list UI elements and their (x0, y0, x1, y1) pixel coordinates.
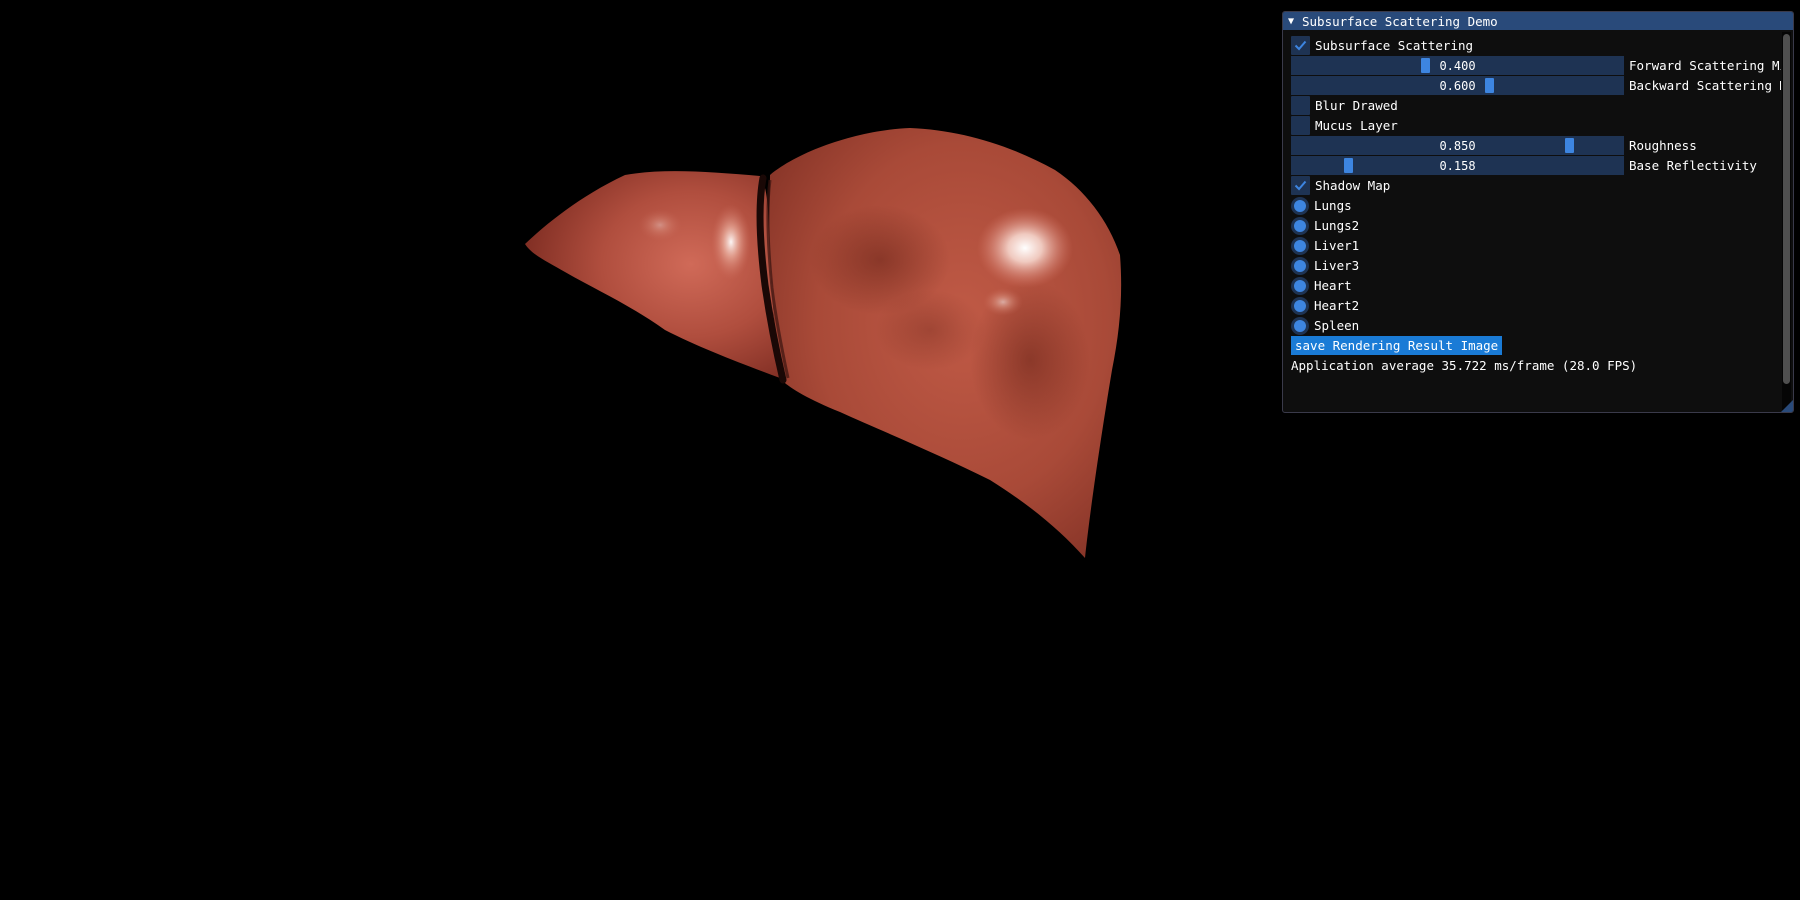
model-radio-lungs[interactable]: Lungs (1291, 195, 1791, 216)
radio-label: Heart (1314, 278, 1352, 293)
specular-highlight (977, 208, 1073, 288)
radio-label: Lungs2 (1314, 218, 1360, 233)
radio-label: Heart2 (1314, 298, 1360, 313)
mucus-layer-row: Mucus Layer (1291, 115, 1791, 136)
specular-highlight (711, 204, 751, 280)
checkmark-icon (1294, 40, 1307, 51)
panel-title: Subsurface Scattering Demo (1302, 13, 1498, 29)
triangle-down-icon[interactable]: ▼ (1288, 16, 1302, 27)
slider-grab[interactable] (1485, 78, 1494, 93)
shadow-map-row: Shadow Map (1291, 175, 1791, 196)
save-rendering-button[interactable]: save Rendering Result Image (1291, 336, 1503, 355)
roughness-slider[interactable]: 0.850 (1291, 136, 1624, 155)
mucus-layer-label: Mucus Layer (1315, 118, 1398, 133)
forward-scattering-label: Forward Scattering Mi: (1629, 58, 1781, 73)
panel-scrollbar[interactable] (1782, 32, 1791, 410)
base-reflectivity-slider[interactable]: 0.158 (1291, 156, 1624, 175)
slider-value: 0.158 (1439, 158, 1476, 173)
radio-button[interactable] (1291, 256, 1309, 275)
fps-row: Application average 35.722 ms/frame (28.… (1291, 355, 1791, 376)
slider-grab[interactable] (1421, 58, 1430, 73)
model-radio-liver1[interactable]: Liver1 (1291, 235, 1791, 256)
radio-button[interactable] (1291, 316, 1309, 335)
model-radio-lungs2[interactable]: Lungs2 (1291, 215, 1791, 236)
checkmark-icon (1294, 180, 1307, 191)
subsurface-scattering-checkbox[interactable] (1291, 36, 1310, 55)
roughness-label: Roughness (1629, 138, 1697, 153)
radio-button[interactable] (1291, 276, 1309, 295)
fps-text: Application average 35.722 ms/frame (28.… (1291, 358, 1638, 373)
panel-titlebar[interactable]: ▼ Subsurface Scattering Demo (1283, 12, 1793, 30)
radio-label: Lungs (1314, 198, 1352, 213)
blur-drawed-row: Blur Drawed (1291, 95, 1791, 116)
radio-button[interactable] (1291, 216, 1309, 235)
resize-grip[interactable] (1781, 400, 1793, 412)
model-radio-heart[interactable]: Heart (1291, 275, 1791, 296)
save-row: save Rendering Result Image (1291, 335, 1791, 356)
liver-left-lobe (525, 171, 780, 378)
radio-label: Liver3 (1314, 258, 1360, 273)
backward-scattering-slider[interactable]: 0.600 (1291, 76, 1624, 95)
subsurface-scattering-row: Subsurface Scattering (1291, 35, 1791, 56)
forward-scattering-slider[interactable]: 0.400 (1291, 56, 1624, 75)
backward-scattering-label: Backward Scattering M· (1629, 78, 1781, 93)
shadow-map-label: Shadow Map (1315, 178, 1391, 193)
mucus-layer-checkbox[interactable] (1291, 116, 1310, 135)
slider-value: 0.600 (1439, 78, 1476, 93)
model-radio-liver3[interactable]: Liver3 (1291, 255, 1791, 276)
model-radio-heart2[interactable]: Heart2 (1291, 295, 1791, 316)
subsurface-scattering-label: Subsurface Scattering (1315, 38, 1474, 53)
scrollbar-grab[interactable] (1783, 34, 1790, 384)
shadow-map-checkbox[interactable] (1291, 176, 1310, 195)
slider-grab[interactable] (1343, 158, 1353, 173)
radio-button[interactable] (1291, 296, 1309, 315)
model-radio-spleen[interactable]: Spleen (1291, 315, 1791, 336)
settings-panel: ▼ Subsurface Scattering Demo Subsurface … (1282, 11, 1794, 413)
radio-button[interactable] (1291, 196, 1309, 215)
base-reflectivity-label: Base Reflectivity (1629, 158, 1757, 173)
roughness-row: 0.850 Roughness (1291, 135, 1791, 156)
slider-grab[interactable] (1565, 138, 1574, 153)
radio-label: Spleen (1314, 318, 1360, 333)
radio-button[interactable] (1291, 236, 1309, 255)
backward-scattering-row: 0.600 Backward Scattering M· (1291, 75, 1791, 96)
radio-label: Liver1 (1314, 238, 1360, 253)
base-reflectivity-row: 0.158 Base Reflectivity (1291, 155, 1791, 176)
blur-drawed-label: Blur Drawed (1315, 98, 1398, 113)
liver-model (525, 128, 1122, 558)
slider-value: 0.400 (1439, 58, 1476, 73)
forward-scattering-row: 0.400 Forward Scattering Mi: (1291, 55, 1791, 76)
panel-content: Subsurface Scattering 0.400 Forward Scat… (1291, 35, 1781, 412)
slider-value: 0.850 (1439, 138, 1476, 153)
blur-drawed-checkbox[interactable] (1291, 96, 1310, 115)
